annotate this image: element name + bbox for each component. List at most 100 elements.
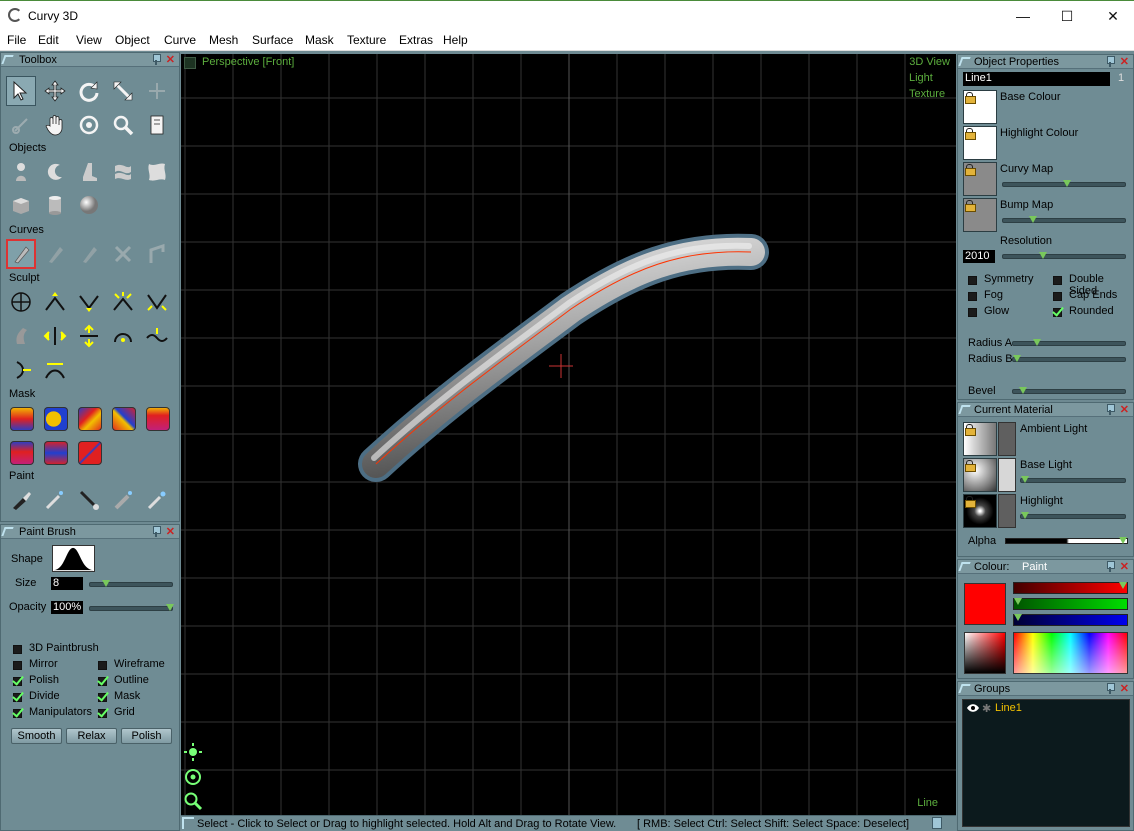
pin-icon[interactable]: [151, 54, 161, 65]
bevel-slider[interactable]: [1012, 387, 1126, 394]
menu-mask[interactable]: Mask: [305, 33, 334, 47]
polish-checkbox[interactable]: [13, 677, 22, 686]
sculpt-wave-tool[interactable]: [142, 321, 172, 351]
bookmark-tool[interactable]: [142, 110, 172, 140]
lock-toggle-icon[interactable]: ✱: [982, 702, 991, 715]
alpha-slider[interactable]: [1005, 537, 1128, 544]
menu-mesh[interactable]: Mesh: [209, 33, 238, 47]
bump-map-slider[interactable]: [1002, 216, 1126, 223]
ambient-light-colour[interactable]: [998, 422, 1016, 456]
resolution-slider[interactable]: [1002, 252, 1126, 259]
lock-icon[interactable]: [965, 92, 976, 104]
opacity-slider[interactable]: [89, 604, 174, 611]
highlight-slider[interactable]: [1020, 512, 1126, 519]
menu-view[interactable]: View: [76, 33, 102, 47]
transform-tool[interactable]: [142, 76, 172, 106]
menu-edit[interactable]: Edit: [38, 33, 59, 47]
object-name-input[interactable]: Line1: [963, 72, 1110, 86]
size-input[interactable]: 8: [51, 577, 83, 590]
menu-extras[interactable]: Extras: [399, 33, 433, 47]
paint-spray-tool[interactable]: [142, 485, 172, 515]
slider-knob[interactable]: [166, 604, 174, 611]
slider-knob[interactable]: [102, 580, 110, 587]
close-panel-icon[interactable]: ✕: [166, 525, 175, 538]
slider-knob[interactable]: [1033, 339, 1041, 346]
menu-help[interactable]: Help: [443, 33, 468, 47]
close-panel-icon[interactable]: ✕: [1120, 682, 1129, 695]
orbit-view-icon[interactable]: [183, 767, 203, 787]
orbit-tool[interactable]: [74, 110, 104, 140]
curvy-map-slider[interactable]: [1002, 180, 1126, 187]
sculpt-crease-tool[interactable]: [40, 355, 70, 385]
curve-add-tool[interactable]: [74, 239, 104, 269]
pin-icon[interactable]: [1105, 561, 1115, 572]
slider-knob[interactable]: [1029, 216, 1037, 223]
object-crescent-tool[interactable]: [40, 157, 70, 187]
pin-icon[interactable]: [1105, 56, 1115, 67]
sculpt-raise-tool[interactable]: [40, 287, 70, 317]
double-sided-checkbox[interactable]: [1053, 276, 1062, 285]
paint-brush-tool[interactable]: [6, 485, 36, 515]
pin-icon[interactable]: [1105, 683, 1115, 694]
slider-knob[interactable]: [1119, 582, 1127, 589]
select-tool[interactable]: [6, 76, 36, 106]
object-cloth-tool[interactable]: [142, 157, 172, 187]
sculpt-expand-tool[interactable]: [40, 321, 70, 351]
cap-ends-checkbox[interactable]: [1053, 292, 1062, 301]
paintbrush-3d-checkbox[interactable]: [13, 645, 22, 654]
manipulators-checkbox[interactable]: [13, 709, 22, 718]
radius-a-slider[interactable]: [1012, 339, 1126, 346]
mask-pie-icon[interactable]: [44, 407, 68, 431]
saturation-value-picker[interactable]: [964, 632, 1006, 674]
zoom-view-icon[interactable]: [183, 791, 203, 811]
sculpt-push-tool[interactable]: [6, 355, 36, 385]
lock-icon[interactable]: [965, 424, 976, 436]
paint-airbrush-tool[interactable]: [40, 485, 70, 515]
view-name-label[interactable]: Perspective [Front]: [202, 56, 294, 68]
brush-shape-preview[interactable]: [52, 545, 95, 572]
glow-checkbox[interactable]: [968, 308, 977, 317]
mirror-checkbox[interactable]: [13, 661, 22, 670]
object-cylinder-tool[interactable]: [40, 190, 70, 220]
slider-knob[interactable]: [1014, 598, 1022, 605]
pan-tool[interactable]: [40, 110, 70, 140]
close-panel-icon[interactable]: ✕: [1120, 403, 1129, 416]
lock-icon[interactable]: [965, 128, 976, 140]
green-channel-slider[interactable]: [1013, 598, 1128, 610]
object-sphere-tool[interactable]: [74, 190, 104, 220]
view-menu-icon[interactable]: [184, 57, 196, 69]
slider-knob[interactable]: [1119, 537, 1127, 544]
rotate-tool[interactable]: [74, 76, 104, 106]
minimize-button[interactable]: —: [1000, 1, 1046, 31]
close-button[interactable]: ✕: [1090, 1, 1134, 31]
object-cube-tool[interactable]: [6, 190, 36, 220]
size-slider[interactable]: [89, 580, 173, 587]
3d-viewport[interactable]: Perspective [Front] 3D View Light Textur…: [181, 54, 956, 815]
status-pin-icon[interactable]: [932, 817, 942, 829]
slider-knob[interactable]: [1063, 180, 1071, 187]
wireframe-checkbox[interactable]: [98, 661, 107, 670]
menu-texture[interactable]: Texture: [347, 33, 386, 47]
close-panel-icon[interactable]: ✕: [166, 53, 175, 66]
eye-icon[interactable]: [966, 703, 980, 713]
sculpt-spread-tool[interactable]: [74, 321, 104, 351]
curve-draw-tool[interactable]: [6, 239, 36, 269]
groups-list[interactable]: ✱ Line1: [962, 699, 1130, 827]
mode-light[interactable]: Light: [909, 72, 933, 84]
lock-icon[interactable]: [965, 496, 976, 508]
lock-icon[interactable]: [965, 460, 976, 472]
curve-delete-tool[interactable]: [108, 239, 138, 269]
sculpt-pinch-tool[interactable]: [108, 287, 138, 317]
mode-3d-view[interactable]: 3D View: [909, 56, 950, 68]
symmetry-checkbox[interactable]: [968, 276, 977, 285]
sculpt-smudge-tool[interactable]: [6, 321, 36, 351]
blue-channel-slider[interactable]: [1013, 614, 1128, 626]
sculpt-flatten-tool[interactable]: [142, 287, 172, 317]
grid-checkbox[interactable]: [98, 709, 107, 718]
rounded-checkbox[interactable]: [1053, 308, 1062, 317]
move-tool[interactable]: [40, 76, 70, 106]
sculpt-bulge-tool[interactable]: [108, 321, 138, 351]
menu-curve[interactable]: Curve: [164, 33, 196, 47]
object-pawn-tool[interactable]: [6, 157, 36, 187]
paint-pencil-tool[interactable]: [74, 485, 104, 515]
